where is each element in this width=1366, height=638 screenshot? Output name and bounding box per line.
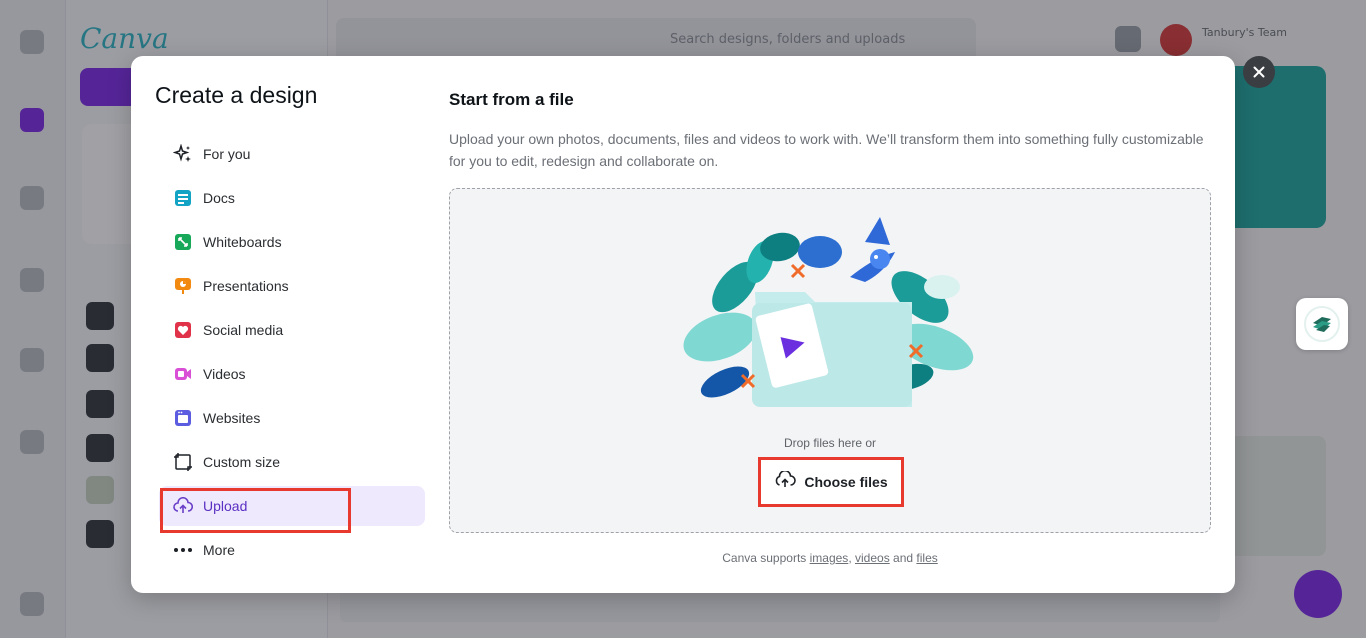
create-design-modal: Create a design For you Docs Whiteboards… [131,56,1235,593]
video-icon [173,364,193,384]
support-comma: , [848,551,852,565]
menu-item-label: Custom size [203,454,281,470]
files-link[interactable]: files [916,551,937,565]
menu-item-label: Websites [203,410,261,426]
choose-files-button[interactable]: Choose files [758,457,904,507]
presentation-icon [173,276,193,296]
menu-item-docs[interactable]: Docs [159,178,425,218]
menu-item-videos[interactable]: Videos [159,354,425,394]
menu-item-whiteboards[interactable]: Whiteboards [159,222,425,262]
close-modal-button[interactable] [1243,56,1275,88]
menu-item-label: More [203,542,235,558]
upload-content: Start from a file Upload your own photos… [449,56,1211,593]
videos-link[interactable]: videos [855,551,890,565]
design-type-menu: For you Docs Whiteboards Presentations S… [159,134,425,574]
docs-icon [173,188,193,208]
website-icon [173,408,193,428]
menu-item-label: For you [203,146,251,162]
menu-item-label: Presentations [203,278,289,294]
drop-files-text: Drop files here or [783,436,877,450]
upload-illustration [683,217,974,407]
menu-item-websites[interactable]: Websites [159,398,425,438]
sparkle-icon [173,144,193,164]
menu-item-social-media[interactable]: Social media [159,310,425,350]
menu-item-label: Upload [203,498,248,514]
menu-item-label: Whiteboards [203,234,282,250]
support-and: and [893,551,914,565]
brand-check-icon [1304,306,1340,342]
menu-item-custom-size[interactable]: Custom size [159,442,425,482]
more-dots-icon [173,540,193,560]
menu-item-more[interactable]: More [159,530,425,570]
section-description: Upload your own photos, documents, files… [449,131,1204,169]
upload-cloud-icon [774,469,797,493]
section-title: Start from a file [449,90,574,109]
support-prefix: Canva supports [722,551,807,565]
side-widget[interactable] [1296,298,1348,350]
menu-item-for-you[interactable]: For you [159,134,425,174]
menu-item-upload[interactable]: Upload [159,486,425,526]
close-icon [1253,63,1265,82]
modal-title: Create a design [155,82,318,108]
images-link[interactable]: images [810,551,849,565]
menu-item-label: Social media [203,322,284,338]
upload-cloud-icon [173,496,193,516]
choose-files-label: Choose files [804,474,888,490]
custom-size-icon [173,452,193,472]
supported-formats-line: Canva supports images, videos and files [449,551,1211,565]
heart-icon [173,320,193,340]
whiteboard-icon [173,232,193,252]
menu-item-label: Videos [203,366,246,382]
menu-item-presentations[interactable]: Presentations [159,266,425,306]
menu-item-label: Docs [203,190,235,206]
file-dropzone[interactable]: Drop files here or Choose files [449,188,1211,533]
